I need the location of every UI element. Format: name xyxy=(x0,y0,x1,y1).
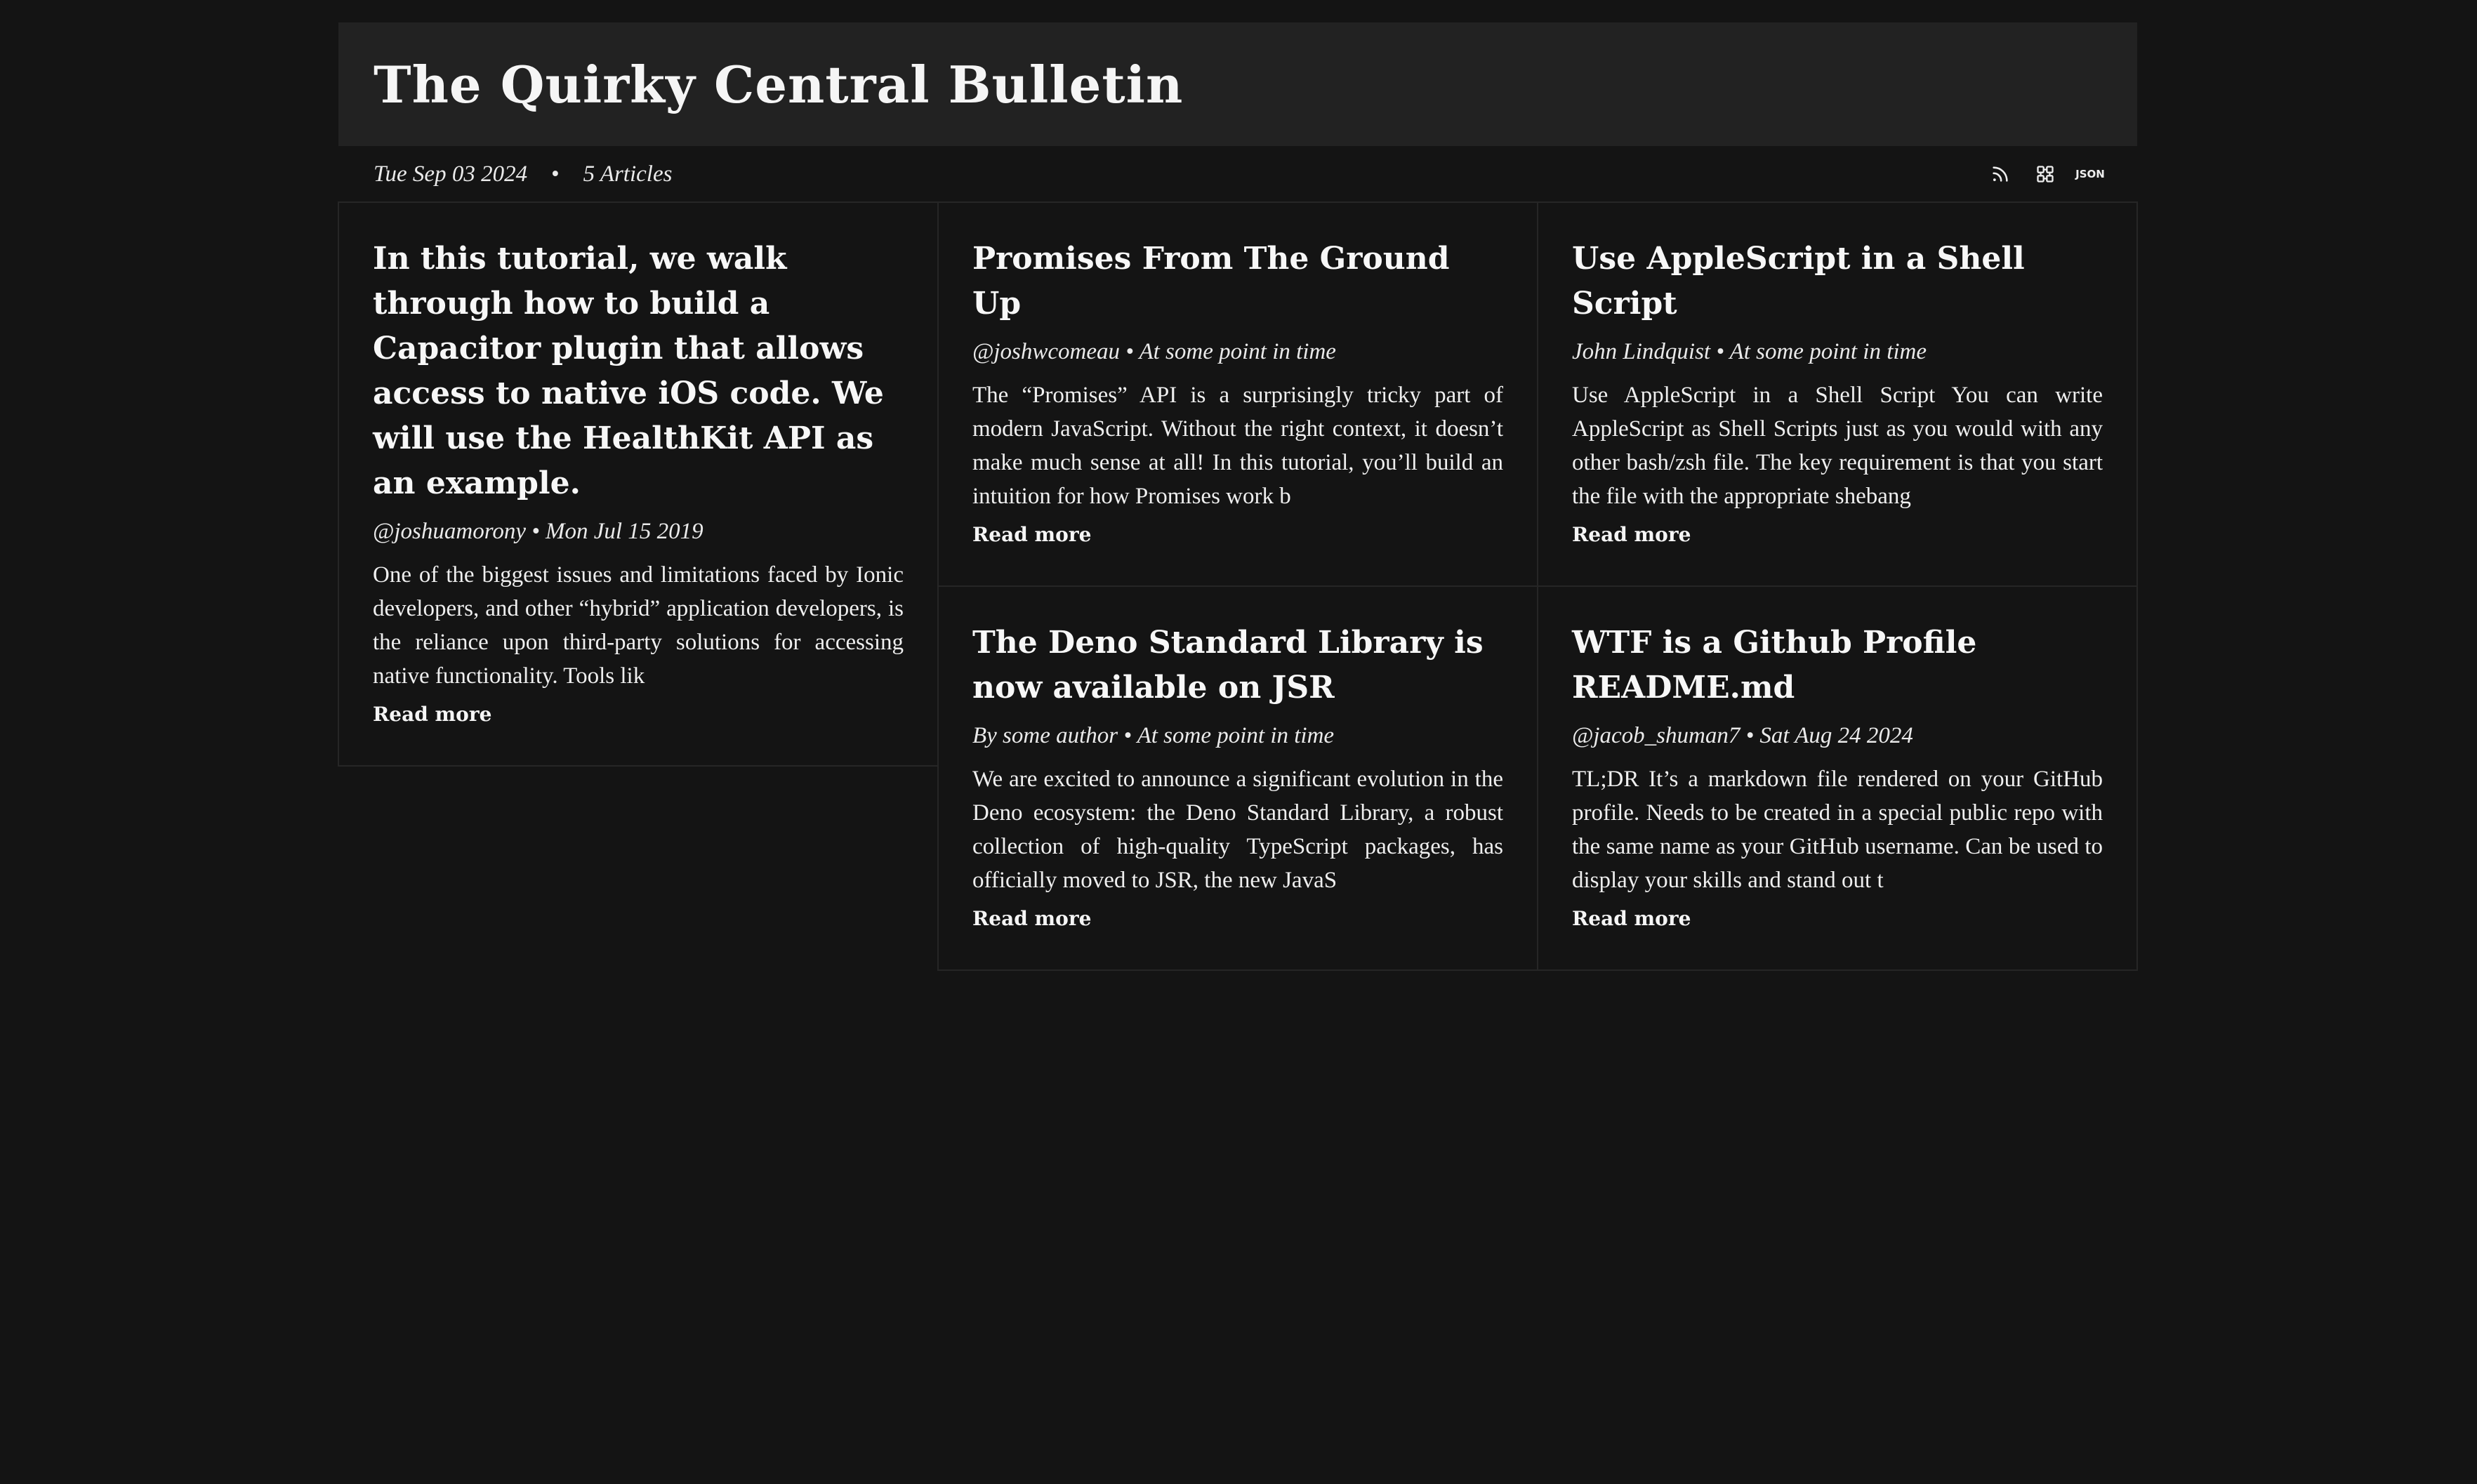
sitemap-icon[interactable] xyxy=(2033,162,2057,186)
read-more-link[interactable]: Read more xyxy=(972,523,1091,546)
article-byline: John Lindquist • At some point in time xyxy=(1572,339,1927,364)
read-more-link[interactable]: Read more xyxy=(1572,907,1691,930)
article-excerpt: The “Promises” API is a surprisingly tri… xyxy=(972,383,1503,509)
article-grid: In this tutorial, we walk through how to… xyxy=(338,201,2138,971)
json-label: JSON xyxy=(2075,168,2105,180)
masthead: The Quirky Central Bulletin xyxy=(338,22,2137,146)
read-more-link[interactable]: Read more xyxy=(972,907,1091,930)
article-excerpt: We are excited to announce a significant… xyxy=(972,767,1503,893)
article-byline: @jacob_shuman7 • Sat Aug 24 2024 xyxy=(1572,723,1913,748)
meta-separator: • xyxy=(551,161,560,187)
site-title[interactable]: The Quirky Central Bulletin xyxy=(374,55,1183,114)
article-title[interactable]: Use AppleScript in a Shell Script xyxy=(1572,237,2103,326)
article-excerpt: TL;DR It’s a markdown file rendered on y… xyxy=(1572,767,2103,893)
page-container: The Quirky Central Bulletin Tue Sep 03 2… xyxy=(338,22,2138,971)
feed-links: JSON xyxy=(1988,162,2105,186)
article-excerpt: Use AppleScript in a Shell Script You ca… xyxy=(1572,383,2103,509)
article-excerpt: One of the biggest issues and limitation… xyxy=(373,562,904,689)
article-card: Use AppleScript in a Shell Script John L… xyxy=(1537,201,2138,587)
article-byline: @joshwcomeau • At some point in time xyxy=(972,339,1336,364)
meta-bar: Tue Sep 03 2024 • 5 Articles JSON xyxy=(338,146,2137,202)
column-1: In this tutorial, we walk through how to… xyxy=(338,201,939,767)
article-card: WTF is a Github Profile README.md @jacob… xyxy=(1537,585,2138,971)
article-card: Promises From The Ground Up @joshwcomeau… xyxy=(937,201,1538,587)
article-count: 5 Articles xyxy=(583,161,673,187)
rss-icon[interactable] xyxy=(1988,162,2012,186)
article-title[interactable]: Promises From The Ground Up xyxy=(972,237,1503,326)
article-byline: @joshuamorony • Mon Jul 15 2019 xyxy=(373,519,704,544)
meta-info: Tue Sep 03 2024 • 5 Articles xyxy=(374,161,672,187)
article-card: The Deno Standard Library is now availab… xyxy=(937,585,1538,971)
article-card: In this tutorial, we walk through how to… xyxy=(338,201,939,767)
column-3: Use AppleScript in a Shell Script John L… xyxy=(1537,201,2138,971)
read-more-link[interactable]: Read more xyxy=(373,703,491,726)
column-2: Promises From The Ground Up @joshwcomeau… xyxy=(937,201,1538,971)
json-feed-icon[interactable]: JSON xyxy=(2075,162,2105,186)
article-title[interactable]: WTF is a Github Profile README.md xyxy=(1572,621,2103,710)
read-more-link[interactable]: Read more xyxy=(1572,523,1691,546)
article-byline: By some author • At some point in time xyxy=(972,723,1335,748)
issue-date: Tue Sep 03 2024 xyxy=(374,161,528,187)
article-title[interactable]: In this tutorial, we walk through how to… xyxy=(373,237,904,506)
article-title[interactable]: The Deno Standard Library is now availab… xyxy=(972,621,1503,710)
